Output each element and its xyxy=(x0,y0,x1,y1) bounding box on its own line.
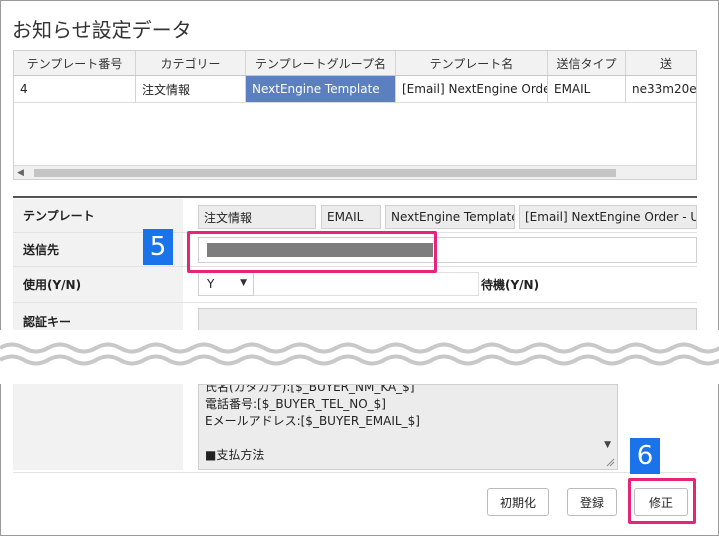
auth-key-label: 認証キー xyxy=(13,303,183,333)
template-name-field: [Email] NextEngine Order - Unit xyxy=(519,205,697,229)
grid-header: テンプレート番号 カテゴリー テンプレートグループ名 テンプレート名 送信タイプ… xyxy=(14,51,696,76)
form-row-template: テンプレート 注文情報 EMAIL NextEngine Template [E… xyxy=(13,199,697,233)
table-cell[interactable]: 4 xyxy=(14,76,136,102)
template-grid: テンプレート番号 カテゴリー テンプレートグループ名 テンプレート名 送信タイプ… xyxy=(13,50,697,180)
step6-badge: 6 xyxy=(630,438,660,474)
table-cell[interactable]: [Email] NextEngine Order - xyxy=(396,76,548,102)
column-header-template-group[interactable]: テンプレートグループ名 xyxy=(246,51,396,75)
use-field-spacer xyxy=(254,272,479,296)
textarea-line: 氏名(カタカナ):[$_BUYER_NM_KA_$] xyxy=(205,384,415,394)
step6-highlight xyxy=(628,478,696,524)
column-header-template-name[interactable]: テンプレート名 xyxy=(396,51,548,75)
chevron-down-icon: ▼ xyxy=(240,278,247,288)
button-bar-divider xyxy=(13,472,697,473)
textarea-line: ■支払方法 xyxy=(205,448,265,462)
message-label-cell xyxy=(13,384,183,470)
reset-button[interactable]: 初期化 xyxy=(487,488,549,516)
textarea-line xyxy=(205,430,611,447)
template-type-field: EMAIL xyxy=(321,205,381,229)
template-label: テンプレート xyxy=(13,199,183,232)
column-header-sender[interactable]: 送 xyxy=(626,51,696,75)
scroll-down-arrow-icon[interactable]: ▼ xyxy=(604,437,611,454)
template-category-field: 注文情報 xyxy=(198,205,316,229)
form-row-auth-key: 認証キー xyxy=(13,303,697,333)
table-cell[interactable]: 注文情報 xyxy=(136,76,246,102)
use-label: 使用(Y/N) xyxy=(13,267,183,302)
resize-handle-icon[interactable] xyxy=(605,457,615,467)
step5-highlight xyxy=(187,231,437,273)
scroll-left-arrow-icon[interactable]: ◀ xyxy=(17,168,24,178)
column-header-template-number[interactable]: テンプレート番号 xyxy=(14,51,136,75)
section-divider xyxy=(13,196,697,198)
screenshot-cut-marker xyxy=(0,330,719,384)
horizontal-scrollbar[interactable]: ◀ xyxy=(14,165,696,179)
table-row[interactable]: 4 注文情報 NextEngine Template [Email] NextE… xyxy=(14,76,696,103)
use-select[interactable]: Y ▼ xyxy=(198,272,254,296)
window-title: お知らせ設定データ xyxy=(12,18,192,42)
table-cell[interactable]: ne33m20e0c xyxy=(626,76,696,102)
textarea-line: Eメールアドレス:[$_BUYER_EMAIL_$] xyxy=(205,414,420,428)
scrollbar-thumb[interactable] xyxy=(34,169,616,177)
table-cell[interactable]: EMAIL xyxy=(548,76,626,102)
table-cell-selected[interactable]: NextEngine Template xyxy=(246,76,396,102)
template-group-field: NextEngine Template xyxy=(385,205,515,229)
register-button[interactable]: 登録 xyxy=(567,488,617,516)
message-body-textarea[interactable]: 氏名(カタカナ):[$_BUYER_NM_KA_$] 電話番号:[$_BUYER… xyxy=(198,384,618,470)
column-header-category[interactable]: カテゴリー xyxy=(136,51,246,75)
column-header-send-type[interactable]: 送信タイプ xyxy=(548,51,626,75)
textarea-line: 電話番号:[$_BUYER_TEL_NO_$] xyxy=(205,397,386,411)
step5-badge: 5 xyxy=(143,229,173,265)
standby-label: 待機(Y/N) xyxy=(481,278,540,292)
use-select-value: Y xyxy=(207,277,215,291)
